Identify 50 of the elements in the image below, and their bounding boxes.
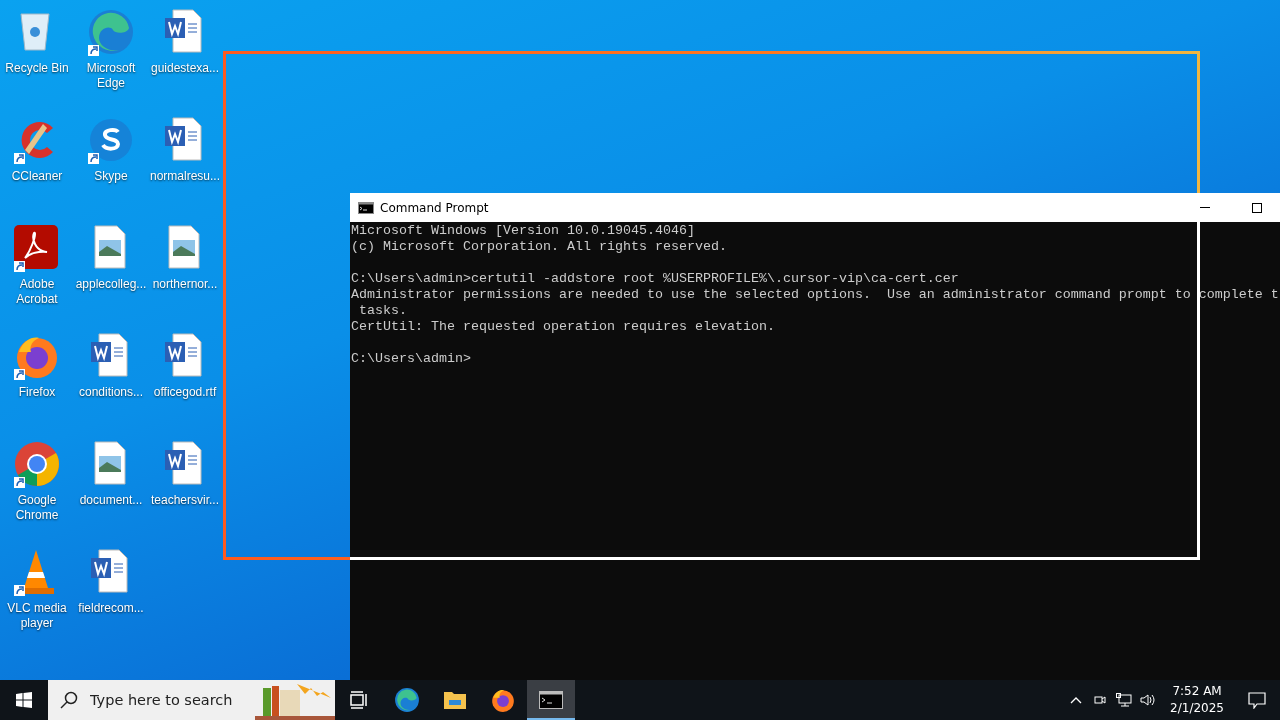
clock[interactable]: 7:52 AM 2/1/2025	[1160, 683, 1234, 717]
clock-date: 2/1/2025	[1170, 700, 1224, 717]
skype-icon	[87, 116, 135, 164]
desktop-icon-label[interactable]: applecolleg...	[74, 277, 148, 292]
chevron-up-icon[interactable]	[1070, 696, 1083, 704]
desktop-icon-label[interactable]: Microsoft Edge	[74, 61, 148, 91]
camera-icon[interactable]	[1093, 693, 1108, 707]
edge-icon	[394, 687, 420, 713]
console-line: Administrator permissions are needed to use the selected options. Use an administrator command prompt to complete t	[351, 287, 1280, 303]
console-line: tasks.	[358, 303, 408, 319]
acrobat-icon	[13, 224, 59, 270]
desktop-icon-label[interactable]: guidestexa...	[148, 61, 222, 76]
console-line: (c) Microsoft Corporation. All rights reserved.	[351, 239, 728, 255]
search-bar[interactable]: Type here to search	[48, 680, 335, 720]
taskbar-app-button[interactable]	[527, 680, 575, 720]
clock-time: 7:52 AM	[1172, 683, 1222, 700]
desktop-icon-label[interactable]: CCleaner	[0, 169, 74, 184]
console-line: Microsoft Windows [Version 10.0.19045.4046]	[351, 223, 696, 239]
window-title: Command Prompt	[380, 200, 490, 215]
firefox-icon	[490, 687, 516, 713]
console-line: C:\Users\admin>certutil -addstore root %USERPROFILE%\.cursor-vip\ca-cert.cer	[351, 271, 960, 287]
desktop-icon-label[interactable]: northernor...	[148, 277, 222, 292]
task-view-icon	[350, 691, 368, 709]
chrome-icon	[13, 440, 61, 488]
desktop-icon-label[interactable]: Adobe Acrobat	[0, 277, 74, 307]
desktop-icon-label[interactable]: VLC media player	[0, 601, 74, 631]
console-line: C:\Users\admin>	[351, 351, 472, 367]
speech-bubble-icon	[1248, 691, 1266, 709]
minimize-icon	[1200, 207, 1210, 208]
volume-icon[interactable]	[1140, 693, 1157, 707]
desktop-icon-label[interactable]: Google Chrome	[0, 493, 74, 523]
desktop-icon-label[interactable]: fieldrecom...	[74, 601, 148, 616]
console-icon	[539, 691, 563, 709]
desktop-icon-label[interactable]: teachersvir...	[148, 493, 222, 508]
search-icon	[60, 691, 78, 709]
desktop-icon-label[interactable]: officegod.rtf	[148, 385, 222, 400]
desktop-icon-label[interactable]: Recycle Bin	[0, 61, 74, 76]
desktop-icon-label[interactable]: normalresu...	[148, 169, 222, 184]
folder-icon	[443, 690, 467, 710]
desktop-icon-label[interactable]: conditions...	[74, 385, 148, 400]
desktop-icon-label[interactable]: document...	[74, 493, 148, 508]
search-field[interactable]: Type here to search	[88, 691, 245, 709]
console-line: CertUtil: The requested operation requires elevation.	[351, 319, 776, 335]
windows-logo-icon	[16, 692, 32, 708]
edge-icon	[87, 8, 135, 56]
desktop-icon-label[interactable]: Firefox	[0, 385, 74, 400]
desktop-icon-label[interactable]: Skype	[74, 169, 148, 184]
network-icon[interactable]	[1116, 693, 1133, 707]
maximize-icon	[1252, 202, 1262, 213]
console-icon	[358, 201, 374, 214]
